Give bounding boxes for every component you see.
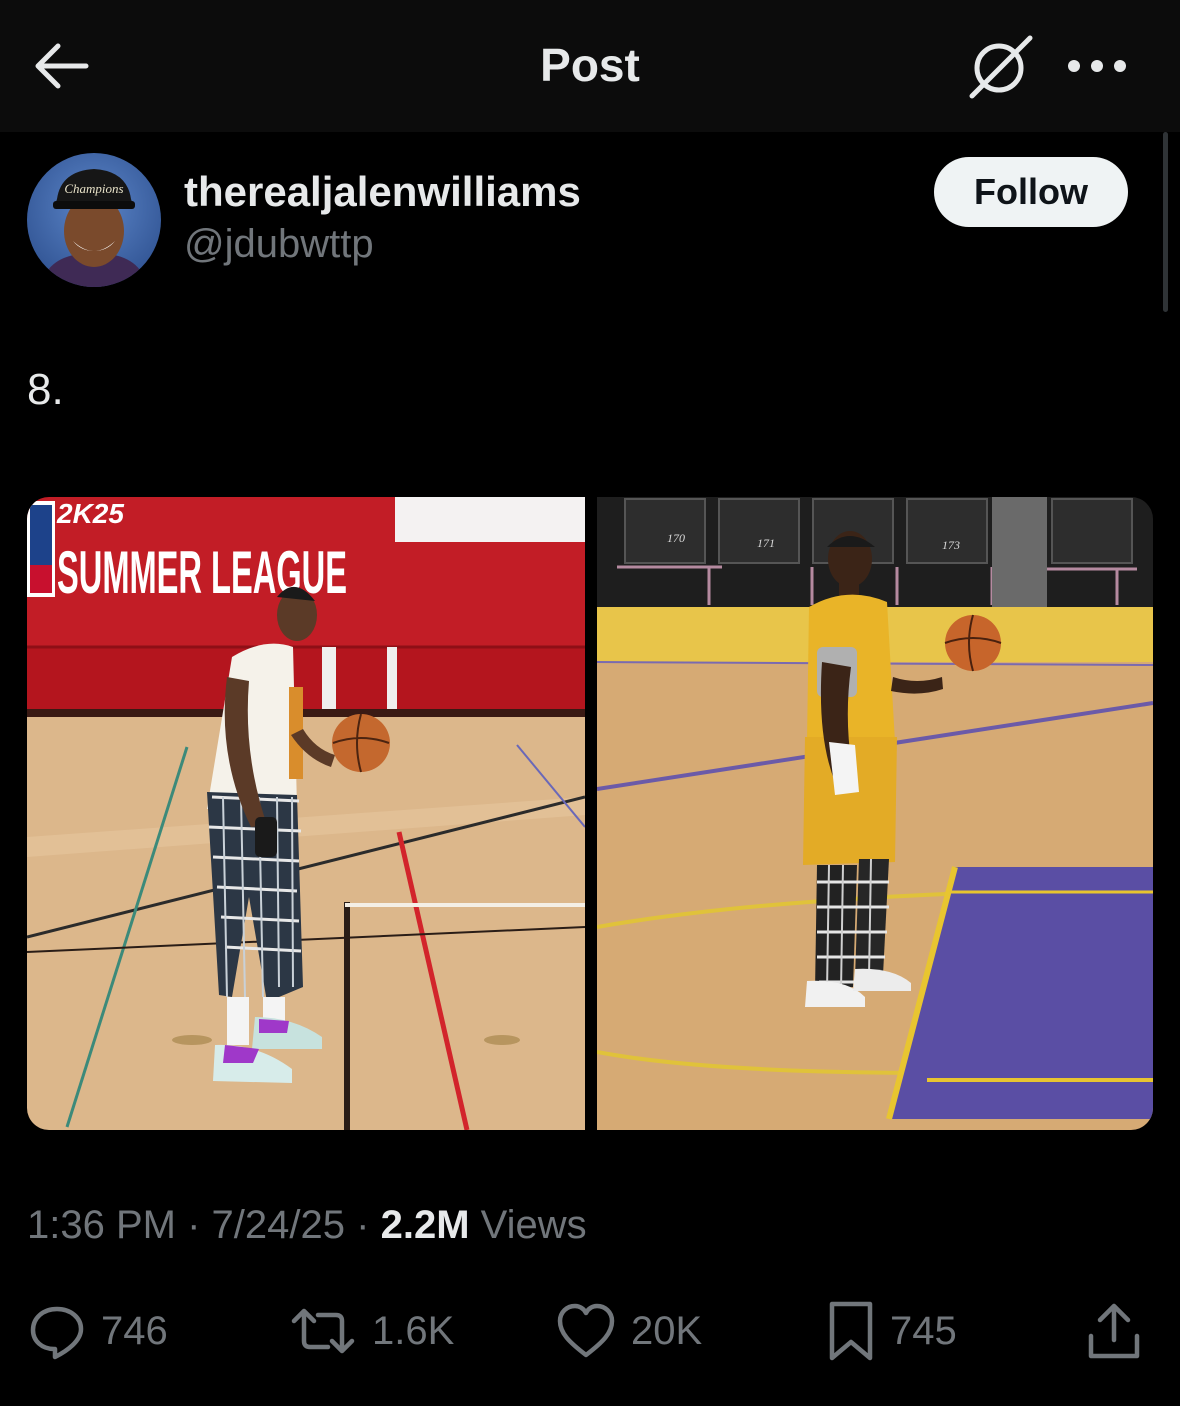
bookmark-button[interactable]: 745: [826, 1296, 957, 1366]
grok-button[interactable]: [966, 34, 1036, 100]
top-bar: Post: [0, 0, 1180, 132]
author-display-name[interactable]: therealjalenwilliams: [184, 168, 581, 216]
share-button[interactable]: [1086, 1296, 1142, 1366]
grok-icon: [969, 35, 1033, 99]
post-date[interactable]: 7/24/25: [212, 1203, 345, 1247]
follow-button[interactable]: Follow: [934, 157, 1128, 227]
more-horizontal-icon: [1068, 60, 1126, 72]
media-image-left[interactable]: 2K25 SUMMER LEAGUE: [27, 497, 585, 1130]
seat-number: 170: [667, 531, 685, 545]
more-options-button[interactable]: [1066, 50, 1128, 82]
share-icon: [1088, 1303, 1140, 1359]
repost-button[interactable]: 1.6K: [288, 1296, 454, 1366]
avatar-cap-text: Champions: [64, 181, 123, 196]
heart-icon: [557, 1303, 615, 1358]
repost-count: 1.6K: [372, 1308, 455, 1353]
like-button[interactable]: 20K: [555, 1296, 702, 1366]
bookmark-icon: [829, 1301, 873, 1361]
post-text: 8.: [27, 365, 64, 414]
meta-separator: ·: [187, 1203, 201, 1247]
post-media[interactable]: 2K25 SUMMER LEAGUE 170 171 173: [27, 497, 1153, 1130]
author-handle[interactable]: @jdubwttp: [184, 222, 374, 267]
seat-number: 171: [757, 536, 775, 550]
reply-count: 746: [101, 1308, 168, 1353]
views-count: 2.2M: [380, 1203, 470, 1247]
media-image-right[interactable]: 170 171 173: [597, 497, 1153, 1130]
post-time[interactable]: 1:36 PM: [27, 1203, 176, 1247]
like-count: 20K: [631, 1308, 703, 1353]
scrollbar[interactable]: [1163, 132, 1168, 312]
reply-button[interactable]: 746: [27, 1296, 168, 1366]
action-bar: 746 1.6K 20K 745: [0, 1296, 1180, 1366]
views-label: Views: [480, 1203, 587, 1247]
meta-separator: ·: [356, 1203, 370, 1247]
avatar[interactable]: Champions: [27, 153, 161, 287]
reply-icon: [30, 1306, 84, 1360]
banner-2k25-text: 2K25: [56, 498, 124, 529]
post-meta: 1:36 PM · 7/24/25 · 2.2M Views: [27, 1203, 587, 1248]
seat-number: 173: [942, 538, 960, 552]
bookmark-count: 745: [890, 1308, 957, 1353]
repost-icon: [291, 1308, 355, 1354]
